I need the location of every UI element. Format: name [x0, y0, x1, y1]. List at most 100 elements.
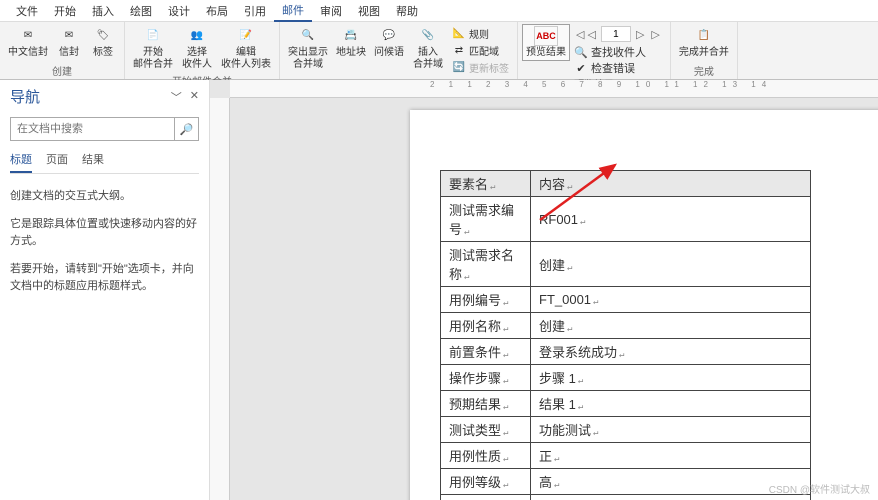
workspace: 导航 ﹀ ✕ 🔎 标题 页面 结果 创建文档的交互式大纲。 它是跟踪具体位置或快…: [0, 80, 878, 500]
nav-prev-icon[interactable]: ◁: [585, 28, 597, 41]
close-icon[interactable]: ✕: [190, 89, 199, 105]
btn-update-labels[interactable]: 🔄更新标签: [452, 60, 509, 75]
label-icon: 🏷: [93, 26, 113, 46]
btn-envelope[interactable]: ✉信封: [52, 24, 86, 61]
btn-address-block[interactable]: 📇地址块: [332, 24, 370, 61]
table-cell[interactable]: 功能测试↵: [531, 417, 811, 443]
horizontal-ruler[interactable]: 2 1 1 2 3 4 5 6 7 8 9 10 11 12 13 14: [230, 80, 878, 98]
menu-item-5[interactable]: 布局: [198, 1, 236, 21]
menu-item-3[interactable]: 绘图: [122, 1, 160, 21]
vertical-ruler[interactable]: [210, 98, 230, 500]
group-label: 创建: [4, 63, 120, 79]
menu-item-1[interactable]: 开始: [46, 1, 84, 21]
btn-cn-envelope[interactable]: ✉中文信封: [4, 24, 52, 61]
search-button[interactable]: 🔎: [174, 118, 198, 140]
btn-rules[interactable]: 📐规则: [452, 26, 509, 41]
envelope-icon: ✉: [59, 26, 79, 46]
table-cell[interactable]: 用例等级↵: [441, 469, 531, 495]
table-cell[interactable]: 测试需求名称↵: [441, 242, 531, 287]
greeting-icon: 💬: [379, 26, 399, 46]
btn-finish-merge[interactable]: 📋完成并合并: [675, 24, 733, 61]
table-header[interactable]: 要素名↵: [441, 171, 531, 197]
table-cell[interactable]: 用例状态↵: [441, 495, 531, 500]
table-row[interactable]: 测试类型↵功能测试↵: [441, 417, 811, 443]
nav-tabs: 标题 页面 结果: [10, 151, 199, 174]
btn-insert-field[interactable]: 📎插入 合并域: [408, 24, 448, 73]
table-cell[interactable]: 测试需求编号↵: [441, 197, 531, 242]
table-row[interactable]: 操作步骤↵步骤 1↵: [441, 365, 811, 391]
table-cell[interactable]: 操作步骤↵: [441, 365, 531, 391]
menu-item-7[interactable]: 邮件: [274, 0, 312, 22]
tab-headings[interactable]: 标题: [10, 151, 32, 173]
merge-icon: 📄: [143, 26, 163, 46]
table-cell[interactable]: 步骤 1↵: [531, 365, 811, 391]
table-row[interactable]: 预期结果↵结果 1↵: [441, 391, 811, 417]
btn-edit-recipients[interactable]: 📝编辑 收件人列表: [217, 24, 275, 73]
tab-results[interactable]: 结果: [82, 151, 104, 173]
nav-help-text: 创建文档的交互式大纲。 它是跟踪具体位置或快速移动内容的好方式。 若要开始，请转…: [10, 188, 199, 296]
update-icon: 🔄: [452, 61, 466, 75]
menu-item-9[interactable]: 视图: [350, 1, 388, 21]
menu-item-6[interactable]: 引用: [236, 1, 274, 21]
table-header[interactable]: 内容↵: [531, 171, 811, 197]
document-table[interactable]: 要素名↵ 内容↵ 测试需求编号↵RF001↵测试需求名称↵创建↵用例编号↵FT_…: [440, 170, 811, 500]
menu-bar: 文件开始插入绘图设计布局引用邮件审阅视图帮助: [0, 0, 878, 22]
table-row[interactable]: 测试需求名称↵创建↵: [441, 242, 811, 287]
nav-first-icon[interactable]: ◁: [574, 28, 582, 41]
menu-item-4[interactable]: 设计: [160, 1, 198, 21]
ribbon: ✉中文信封 ✉信封 🏷标签 创建 📄开始 邮件合并 👥选择 收件人 📝编辑 收件…: [0, 22, 878, 80]
preview-abc-icon: ABC: [534, 26, 558, 46]
table-cell[interactable]: 登录系统成功↵: [531, 339, 811, 365]
table-cell[interactable]: 用例性质↵: [441, 443, 531, 469]
nav-pane-title: 导航: [10, 86, 40, 107]
btn-start-merge[interactable]: 📄开始 邮件合并: [129, 24, 177, 73]
people-icon: 👥: [187, 26, 207, 46]
table-cell[interactable]: 用例编号↵: [441, 287, 531, 313]
btn-labels[interactable]: 🏷标签: [86, 24, 120, 61]
menu-item-2[interactable]: 插入: [84, 1, 122, 21]
btn-check-errors[interactable]: ✔检查错误: [570, 60, 666, 76]
finish-icon: 📋: [694, 26, 714, 46]
table-row[interactable]: 用例状态↵有效↵: [441, 495, 811, 500]
table-row[interactable]: 测试需求编号↵RF001↵: [441, 197, 811, 242]
btn-preview-results[interactable]: ABC预览结果: [522, 24, 570, 61]
menu-item-10[interactable]: 帮助: [388, 1, 426, 21]
chevron-down-icon[interactable]: ﹀: [171, 89, 182, 105]
table-cell[interactable]: 预期结果↵: [441, 391, 531, 417]
record-nav: ◁ ◁ ▷ ▷: [570, 24, 666, 44]
nav-next-icon[interactable]: ▷: [634, 28, 646, 41]
table-cell[interactable]: 前置条件↵: [441, 339, 531, 365]
document-page[interactable]: 要素名↵ 内容↵ 测试需求编号↵RF001↵测试需求名称↵创建↵用例编号↵FT_…: [410, 110, 878, 500]
table-cell[interactable]: 创建↵: [531, 313, 811, 339]
table-cell[interactable]: 创建↵: [531, 242, 811, 287]
table-cell[interactable]: RF001↵: [531, 197, 811, 242]
document-area[interactable]: 2 1 1 2 3 4 5 6 7 8 9 10 11 12 13 14 要素名…: [210, 80, 878, 500]
btn-select-recipients[interactable]: 👥选择 收件人: [177, 24, 217, 73]
table-row[interactable]: 用例等级↵高↵: [441, 469, 811, 495]
watermark: CSDN @软件测试大叔: [769, 481, 870, 496]
btn-greeting[interactable]: 💬问候语: [370, 24, 408, 61]
address-icon: 📇: [341, 26, 361, 46]
table-cell[interactable]: 正↵: [531, 443, 811, 469]
table-cell[interactable]: FT_0001↵: [531, 287, 811, 313]
ribbon-group-write-fields: 🔍突出显示 合并域 📇地址块 💬问候语 📎插入 合并域 📐规则 ⇄匹配域 🔄更新…: [280, 22, 518, 79]
table-cell[interactable]: 用例名称↵: [441, 313, 531, 339]
btn-find-recipient[interactable]: 🔍查找收件人: [570, 44, 666, 60]
table-row[interactable]: 前置条件↵登录系统成功↵: [441, 339, 811, 365]
rule-icon: 📐: [452, 27, 466, 41]
record-number-input[interactable]: [601, 26, 631, 42]
menu-item-0[interactable]: 文件: [8, 1, 46, 21]
tab-pages[interactable]: 页面: [46, 151, 68, 173]
table-row[interactable]: 用例性质↵正↵: [441, 443, 811, 469]
highlight-icon: 🔍: [298, 26, 318, 46]
menu-item-8[interactable]: 审阅: [312, 1, 350, 21]
btn-match-fields[interactable]: ⇄匹配域: [452, 43, 509, 58]
nav-last-icon[interactable]: ▷: [649, 28, 661, 41]
search-input[interactable]: [11, 118, 174, 140]
table-cell[interactable]: 测试类型↵: [441, 417, 531, 443]
table-cell[interactable]: 结果 1↵: [531, 391, 811, 417]
table-row[interactable]: 用例编号↵FT_0001↵: [441, 287, 811, 313]
table-row[interactable]: 用例名称↵创建↵: [441, 313, 811, 339]
field-icon: 📎: [418, 26, 438, 46]
btn-highlight-fields[interactable]: 🔍突出显示 合并域: [284, 24, 332, 73]
